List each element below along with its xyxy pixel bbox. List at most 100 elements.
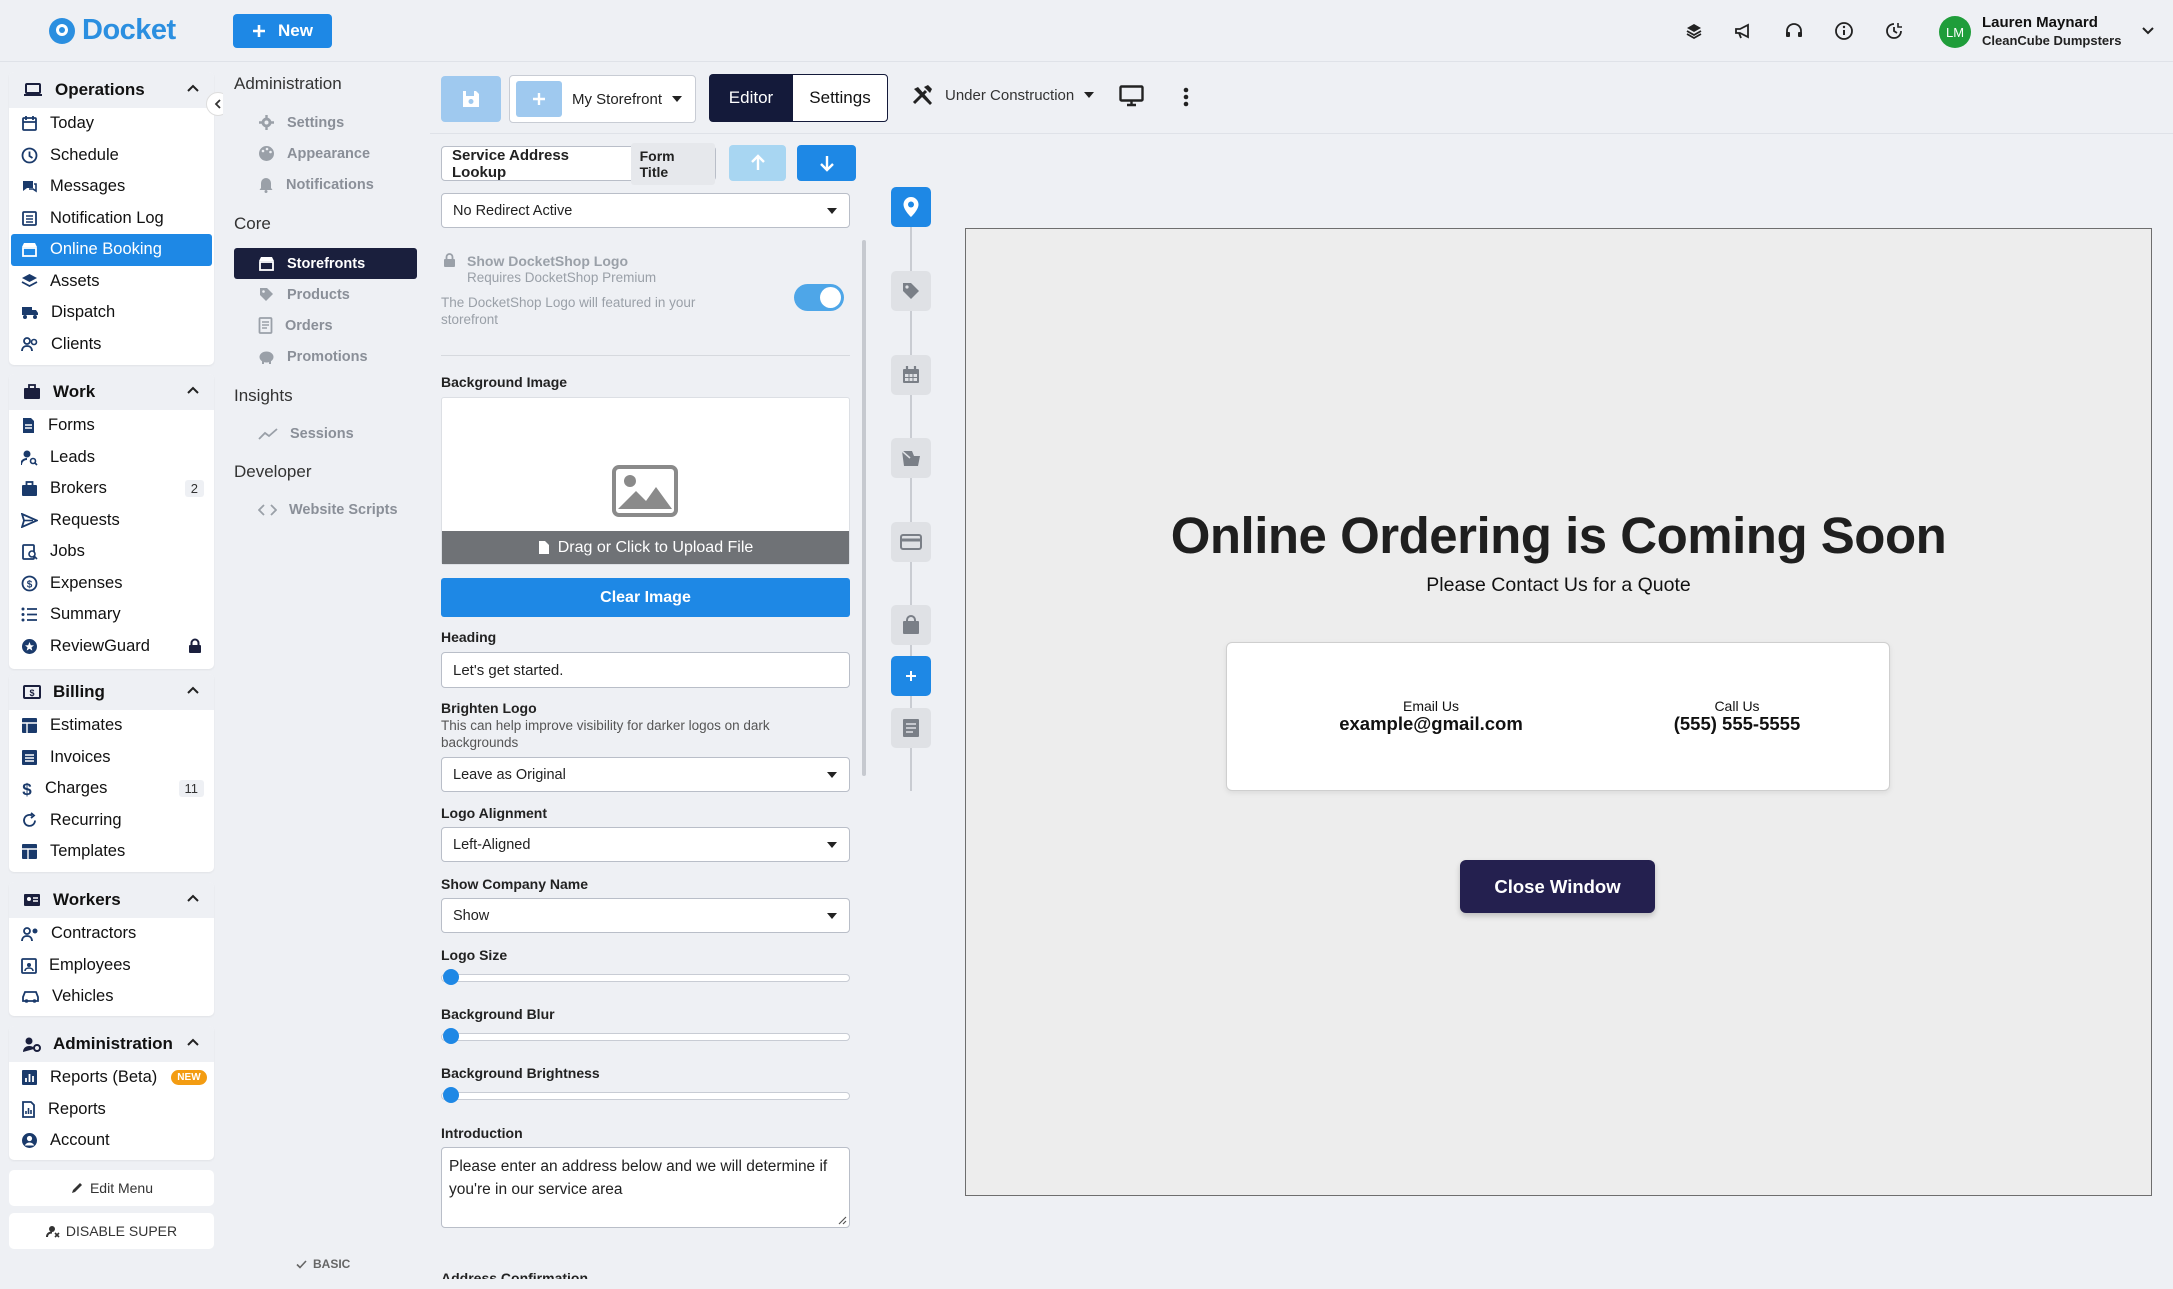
chevron-up-icon[interactable] bbox=[186, 83, 200, 93]
desktop-preview-icon[interactable] bbox=[1119, 85, 1144, 107]
step-payment[interactable] bbox=[891, 522, 931, 562]
nav-item-jobs[interactable]: Jobs bbox=[9, 536, 214, 568]
nav-item-reviewguard[interactable]: ReviewGuard bbox=[9, 631, 214, 663]
logo-size-slider[interactable] bbox=[441, 969, 850, 985]
subnav-item-promotions[interactable]: Promotions bbox=[258, 348, 368, 365]
background-blur-slider[interactable] bbox=[441, 1028, 850, 1044]
nav-item-employees[interactable]: Employees bbox=[9, 950, 214, 982]
slider-thumb[interactable] bbox=[443, 1028, 459, 1044]
close-window-button[interactable]: Close Window bbox=[1460, 860, 1655, 913]
email-value[interactable]: example@gmail.com bbox=[1289, 713, 1573, 735]
file-icon bbox=[538, 541, 549, 554]
nav-item-contractors[interactable]: Contractors bbox=[9, 918, 214, 950]
status-select[interactable]: Under Construction bbox=[911, 84, 1095, 106]
upload-file-button[interactable]: Drag or Click to Upload File bbox=[442, 531, 849, 564]
user-menu-chevron-icon[interactable] bbox=[2141, 26, 2155, 36]
nav-item-clients[interactable]: Clients bbox=[9, 329, 214, 361]
nav-item-expenses[interactable]: $ Expenses bbox=[9, 568, 214, 600]
edit-menu-button[interactable]: Edit Menu bbox=[9, 1170, 214, 1206]
nav-item-schedule[interactable]: Schedule bbox=[9, 140, 214, 172]
step-checkout[interactable] bbox=[891, 605, 931, 645]
subnav-item-notifications[interactable]: Notifications bbox=[258, 176, 374, 193]
redirect-select[interactable]: No Redirect Active bbox=[441, 193, 850, 228]
subnav-item-settings[interactable]: Settings bbox=[258, 114, 344, 131]
phone-value[interactable]: (555) 555-5555 bbox=[1627, 713, 1847, 735]
nav-item-assets[interactable]: Assets bbox=[9, 266, 214, 298]
subnav-item-orders[interactable]: Orders bbox=[258, 317, 333, 334]
form-panel-scrollbar[interactable] bbox=[862, 240, 866, 776]
step-schedule[interactable] bbox=[891, 355, 931, 395]
disable-super-button[interactable]: DISABLE SUPER bbox=[9, 1213, 214, 1249]
nav-item-leads[interactable]: Leads bbox=[9, 442, 214, 474]
heading-input[interactable]: Let's get started. bbox=[441, 652, 850, 688]
nav-item-brokers[interactable]: Brokers 2 bbox=[9, 473, 214, 505]
logo-alignment-select[interactable]: Left-Aligned bbox=[441, 827, 850, 862]
step-products[interactable] bbox=[891, 271, 931, 311]
nav-group-header-work[interactable]: Work bbox=[9, 374, 214, 410]
chevron-up-icon[interactable] bbox=[186, 1037, 200, 1047]
nav-item-messages[interactable]: Messages bbox=[9, 171, 214, 203]
move-down-button[interactable] bbox=[797, 145, 856, 181]
chevron-up-icon[interactable] bbox=[186, 385, 200, 395]
add-storefront-button[interactable] bbox=[516, 81, 562, 117]
nav-item-dispatch[interactable]: Dispatch bbox=[9, 297, 214, 329]
layers-icon[interactable] bbox=[1681, 18, 1707, 44]
tab-editor[interactable]: Editor bbox=[709, 74, 793, 122]
subnav-item-storefronts[interactable]: Storefronts bbox=[234, 248, 417, 279]
nav-group-header-administration[interactable]: Administration bbox=[9, 1026, 214, 1062]
clear-image-button[interactable]: Clear Image bbox=[441, 578, 850, 617]
storefront-select[interactable]: My Storefront bbox=[509, 75, 696, 123]
step-confirmation[interactable] bbox=[891, 708, 931, 748]
nav-item-summary[interactable]: Summary bbox=[9, 599, 214, 631]
nav-item-notification-log[interactable]: Notification Log bbox=[9, 203, 214, 235]
history-icon[interactable] bbox=[1881, 18, 1907, 44]
subnav-item-website-scripts[interactable]: Website Scripts bbox=[258, 502, 398, 518]
info-icon[interactable] bbox=[1831, 18, 1857, 44]
add-step-button[interactable] bbox=[891, 656, 931, 696]
subnav-heading-developer: Developer bbox=[234, 462, 312, 481]
nav-item-invoices[interactable]: Invoices bbox=[9, 742, 214, 774]
more-options-icon[interactable] bbox=[1183, 87, 1189, 107]
nav-item-templates[interactable]: Templates bbox=[9, 836, 214, 868]
slider-thumb[interactable] bbox=[443, 1087, 459, 1103]
user-avatar[interactable]: LM bbox=[1939, 16, 1971, 48]
nav-item-account[interactable]: Account bbox=[9, 1125, 214, 1157]
nav-group-header-billing[interactable]: $ Billing bbox=[9, 674, 214, 710]
step-location[interactable] bbox=[891, 187, 931, 227]
nav-item-recurring[interactable]: Recurring bbox=[9, 805, 214, 837]
show-company-name-select[interactable]: Show bbox=[441, 898, 850, 933]
step-delivery[interactable] bbox=[891, 438, 931, 478]
nav-item-charges[interactable]: $ Charges 11 bbox=[9, 773, 214, 805]
introduction-textarea[interactable]: Please enter an address below and we wil… bbox=[441, 1147, 850, 1228]
move-up-button[interactable] bbox=[729, 145, 786, 181]
nav-group-header-workers[interactable]: Workers bbox=[9, 882, 214, 918]
chevron-up-icon[interactable] bbox=[186, 685, 200, 695]
nav-item-reports[interactable]: Reports bbox=[9, 1094, 214, 1126]
resize-handle-icon[interactable] bbox=[838, 1216, 847, 1225]
tab-settings[interactable]: Settings bbox=[792, 74, 888, 122]
nav-item-today[interactable]: Today bbox=[9, 108, 214, 140]
nav-item-vehicles[interactable]: Vehicles bbox=[9, 981, 214, 1013]
nav-item-online-booking[interactable]: Online Booking bbox=[11, 234, 212, 266]
docketshop-logo-toggle[interactable] bbox=[794, 284, 844, 311]
megaphone-icon[interactable] bbox=[1731, 18, 1757, 44]
nav-item-estimates[interactable]: Estimates bbox=[9, 710, 214, 742]
chevron-up-icon[interactable] bbox=[186, 893, 200, 903]
headset-icon[interactable] bbox=[1781, 18, 1807, 44]
nav-item-requests[interactable]: Requests bbox=[9, 505, 214, 537]
brighten-logo-select[interactable]: Leave as Original bbox=[441, 757, 850, 792]
docket-logo[interactable]: Docket bbox=[48, 14, 176, 47]
user-company[interactable]: CleanCube Dumpsters bbox=[1982, 33, 2121, 48]
slider-thumb[interactable] bbox=[443, 969, 459, 985]
user-name[interactable]: Lauren Maynard bbox=[1982, 14, 2098, 31]
subnav-item-sessions[interactable]: Sessions bbox=[258, 426, 354, 442]
subnav-item-appearance[interactable]: Appearance bbox=[258, 145, 370, 162]
form-title-input[interactable]: Service Address Lookup Form Title bbox=[441, 142, 716, 185]
background-brightness-slider[interactable] bbox=[441, 1087, 850, 1103]
nav-item-forms[interactable]: Forms bbox=[9, 410, 214, 442]
nav-group-header-operations[interactable]: Operations bbox=[9, 72, 214, 108]
new-button[interactable]: New bbox=[233, 14, 332, 48]
subnav-item-products[interactable]: Products bbox=[258, 286, 350, 303]
save-button[interactable] bbox=[441, 76, 501, 122]
nav-item-reports-beta[interactable]: Reports (Beta) NEW bbox=[9, 1062, 214, 1094]
